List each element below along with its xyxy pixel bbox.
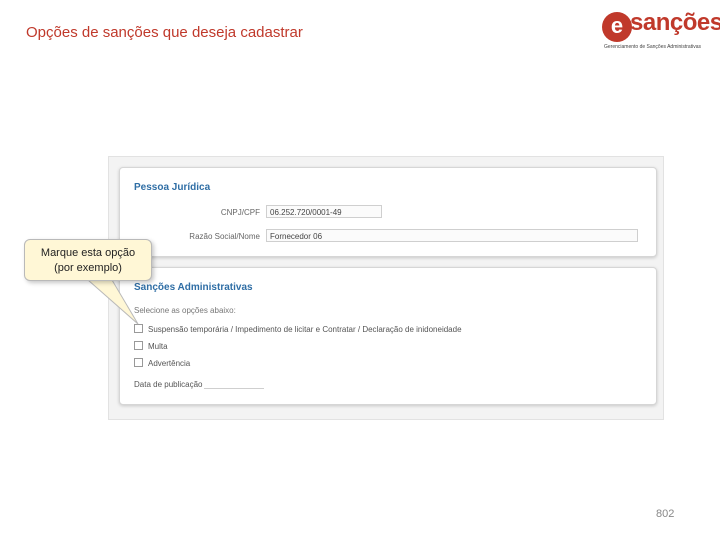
checkbox-suspensao[interactable]	[134, 324, 143, 333]
esancoes-logo: e sanções Gerenciamento de Sanções Admin…	[602, 9, 720, 52]
option-multa[interactable]: Multa	[134, 341, 168, 351]
form-screenshot: Pessoa Jurídica CNPJ/CPF 06.252.720/0001…	[108, 156, 664, 420]
checkbox-multa[interactable]	[134, 341, 143, 350]
pessoa-juridica-title: Pessoa Jurídica	[134, 182, 211, 193]
logo-e-icon: e	[602, 12, 632, 42]
logo-wordmark: sanções	[630, 9, 720, 36]
callout-line-2: (por exemplo)	[54, 262, 122, 274]
callout-box: Marque esta opção (por exemplo)	[24, 239, 152, 281]
sancoes-title: Sanções Administrativas	[134, 282, 253, 293]
slide-title: Opções de sanções que deseja cadastrar	[26, 24, 303, 41]
publication-date-label: Data de publicação	[134, 380, 203, 389]
razao-social-field[interactable]: Fornecedor 06	[266, 229, 638, 242]
option-multa-label: Multa	[148, 342, 168, 351]
page-number: 802	[656, 508, 675, 520]
option-advertencia-label: Advertência	[148, 359, 191, 368]
option-suspensao[interactable]: Suspensão temporária / Impedimento de li…	[134, 324, 462, 334]
cnpj-label: CNPJ/CPF	[220, 208, 260, 217]
option-advertencia[interactable]: Advertência	[134, 358, 190, 368]
cnpj-field[interactable]: 06.252.720/0001-49	[266, 205, 382, 218]
publication-date-field[interactable]	[204, 374, 264, 389]
checkbox-advertencia[interactable]	[134, 358, 143, 367]
pessoa-juridica-panel: Pessoa Jurídica CNPJ/CPF 06.252.720/0001…	[119, 167, 657, 257]
logo-tagline: Gerenciamento de Sanções Administrativas	[604, 44, 701, 50]
sancoes-subtitle: Selecione as opções abaixo:	[134, 306, 236, 315]
sancoes-panel: Sanções Administrativas Selecione as opç…	[119, 267, 657, 405]
option-suspensao-label: Suspensão temporária / Impedimento de li…	[148, 325, 462, 334]
razao-social-label: Razão Social/Nome	[189, 232, 260, 241]
callout-line-1: Marque esta opção	[40, 247, 136, 259]
